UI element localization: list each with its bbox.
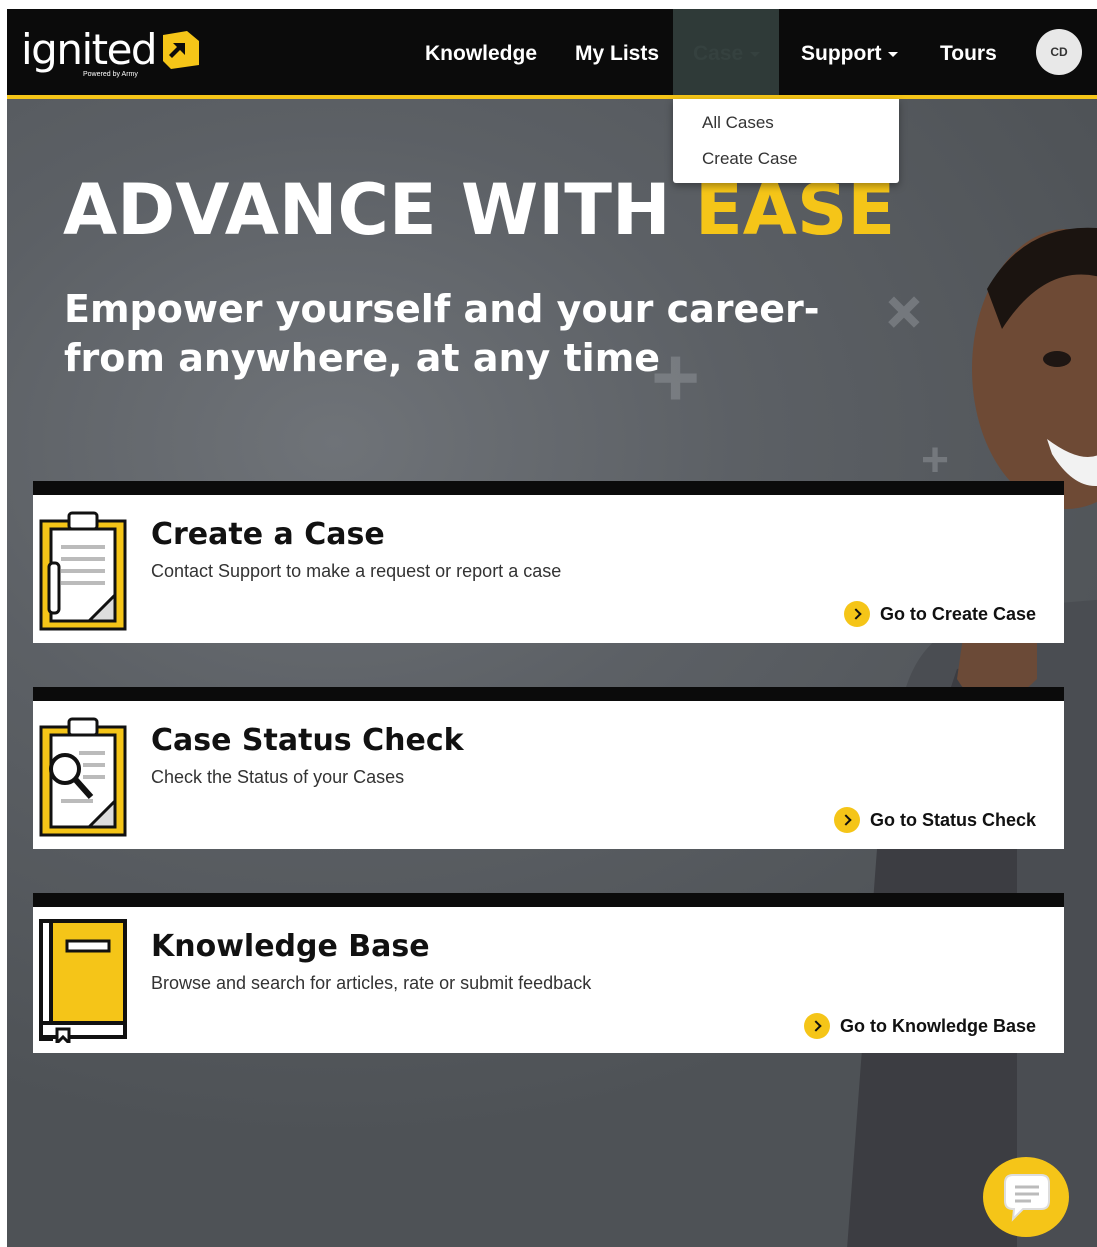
ignited-arrow-mark-icon	[163, 31, 199, 69]
card-title: Case Status Check	[151, 723, 464, 758]
page-frame: + + + ignited Powered by Army Knowledge …	[7, 9, 1097, 1247]
brand-wordmark: ignited	[21, 25, 158, 74]
chevron-down-icon	[888, 51, 899, 57]
link-label: Go to Status Check	[869, 809, 1036, 830]
nav-label: Tours	[940, 42, 997, 65]
nav-label: Knowledge	[425, 42, 538, 65]
link-label: Go to Knowledge Base	[839, 1015, 1036, 1036]
card-knowledge-base: Knowledge Base Browse and search for art…	[33, 893, 1064, 1053]
chat-bubble-icon	[1004, 1174, 1050, 1222]
nav-tours[interactable]: Tours	[940, 9, 997, 95]
go-to-knowledge-base-link[interactable]: Go to Knowledge Base	[803, 1013, 1036, 1039]
decorative-plus-mark-small: +	[921, 434, 950, 487]
nav-support[interactable]: Support	[801, 9, 899, 95]
user-avatar[interactable]: CD	[1036, 29, 1082, 75]
card-description: Contact Support to make a request or rep…	[151, 561, 562, 581]
chevron-down-icon	[750, 51, 761, 57]
dropdown-item-all-cases[interactable]: All Cases	[702, 113, 774, 133]
card-description: Browse and search for articles, rate or …	[151, 973, 592, 993]
go-to-create-case-link[interactable]: Go to Create Case	[843, 601, 1036, 627]
nav-label: My Lists	[575, 42, 660, 65]
nav-label: Support	[801, 42, 882, 65]
chevron-right-icon	[843, 601, 870, 627]
card-title: Create a Case	[151, 517, 385, 552]
chevron-right-icon	[833, 807, 860, 833]
top-navbar: ignited Powered by Army Knowledge My Lis…	[7, 9, 1097, 99]
card-description: Check the Status of your Cases	[151, 767, 405, 787]
clipboard-magnifier-icon	[39, 717, 127, 837]
hero-subtitle: Empower yourself and your career-from an…	[64, 287, 820, 380]
nav-my-lists[interactable]: My Lists	[575, 9, 659, 95]
dropdown-item-create-case[interactable]: Create Case	[702, 149, 797, 169]
nav-knowledge[interactable]: Knowledge	[425, 9, 537, 95]
brand-tagline: Powered by Army	[83, 71, 138, 78]
card-title: Knowledge Base	[151, 929, 430, 964]
card-case-status-check: Case Status Check Check the Status of yo…	[33, 687, 1064, 849]
book-icon	[39, 919, 127, 1043]
go-to-status-check-link[interactable]: Go to Status Check	[833, 807, 1036, 833]
chevron-right-icon	[803, 1013, 830, 1039]
nav-case[interactable]: Case	[673, 9, 779, 95]
clipboard-pencil-icon	[39, 511, 127, 631]
card-create-case: Create a Case Contact Support to make a …	[33, 481, 1064, 643]
nav-label: Case	[693, 42, 744, 65]
hero-title-main: ADVANCE WITH	[63, 169, 695, 251]
chat-button[interactable]	[983, 1157, 1069, 1237]
link-label: Go to Create Case	[879, 603, 1036, 624]
case-dropdown-menu: All Cases Create Case	[673, 99, 899, 183]
